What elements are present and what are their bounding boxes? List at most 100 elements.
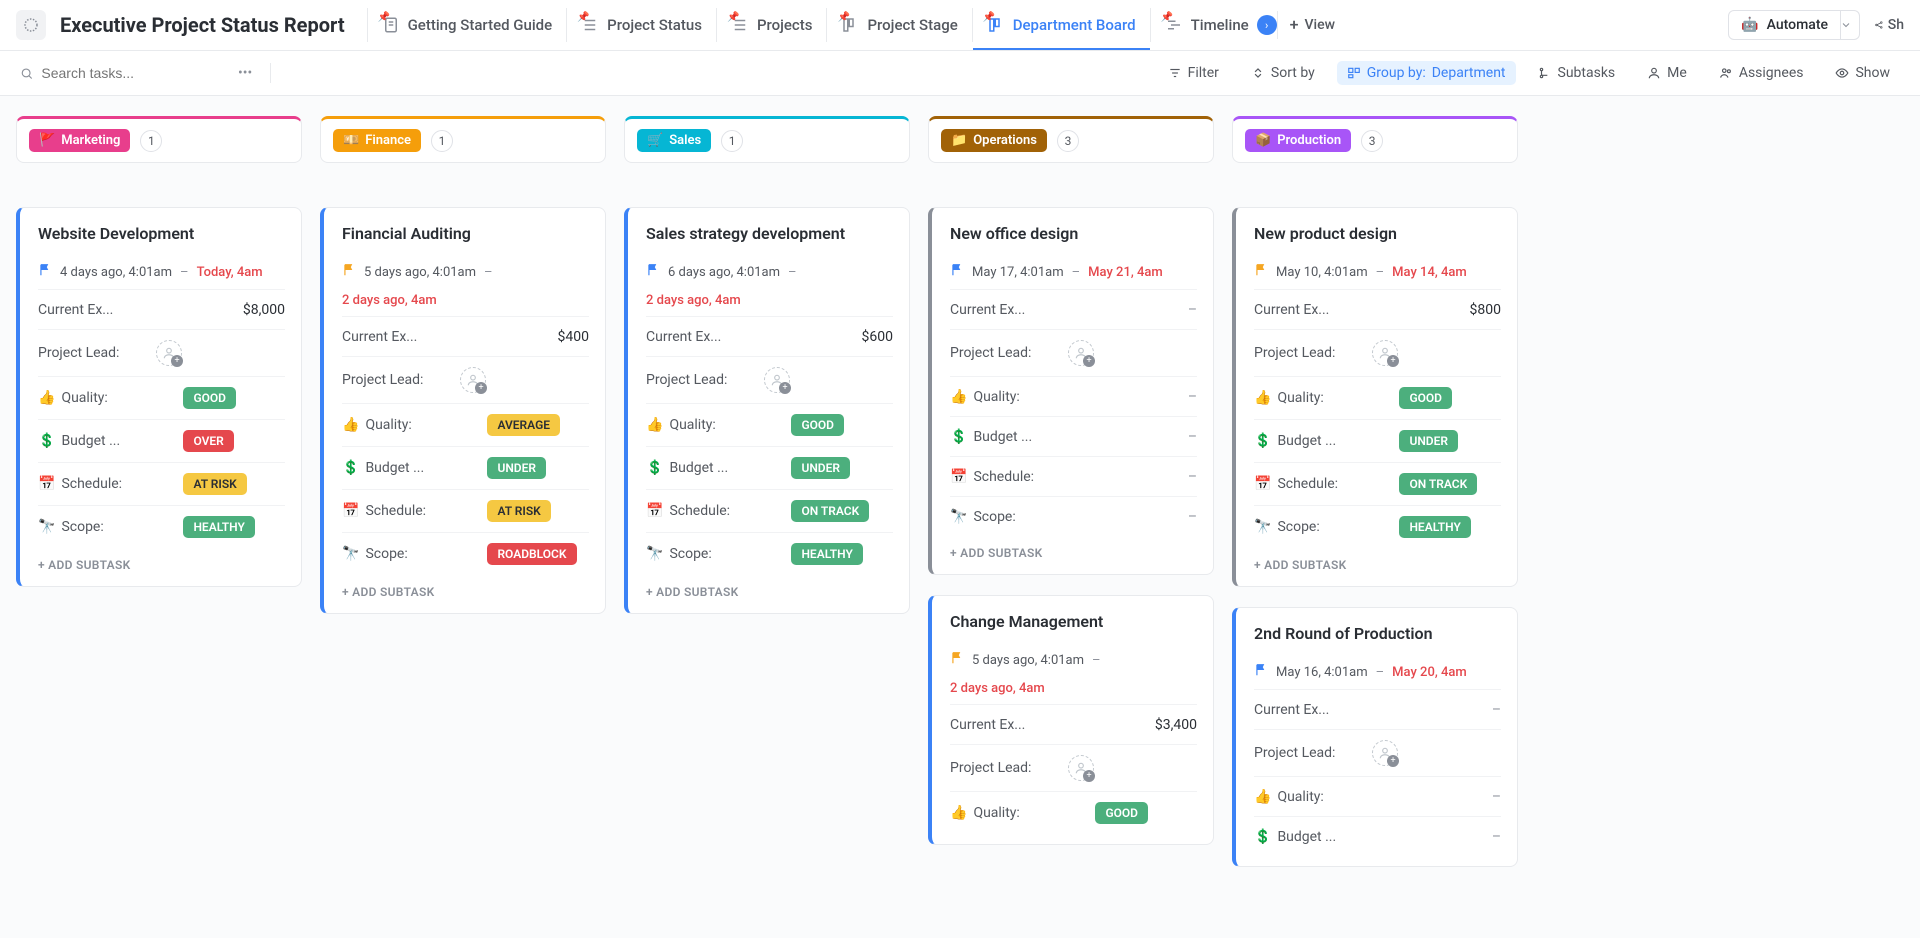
- more-menu[interactable]: •••: [232, 65, 258, 81]
- status-pill[interactable]: OVER: [183, 430, 233, 452]
- tab-getting-started[interactable]: 📌 Getting Started Guide: [367, 8, 567, 42]
- show-button[interactable]: Show: [1825, 61, 1900, 85]
- card-title[interactable]: Change Management: [950, 612, 1197, 631]
- status-pill[interactable]: ON TRACK: [791, 500, 869, 522]
- assignee-placeholder[interactable]: +: [460, 367, 486, 393]
- status-pill[interactable]: UNDER: [1399, 430, 1458, 452]
- tab-label: Project Status: [607, 16, 702, 34]
- add-subtask-button[interactable]: + ADD SUBTASK: [1254, 548, 1501, 576]
- status-pill[interactable]: HEALTHY: [1399, 516, 1470, 538]
- quality-emoji-icon: 👍: [1254, 789, 1271, 805]
- add-subtask-button[interactable]: + ADD SUBTASK: [950, 536, 1197, 564]
- field-quality: 👍 Quality: –: [950, 376, 1197, 416]
- card-title[interactable]: New product design: [1254, 224, 1501, 243]
- sortby-button[interactable]: Sort by: [1241, 61, 1325, 85]
- date-range[interactable]: 6 days ago, 4:01am –: [646, 255, 893, 289]
- card-title[interactable]: Financial Auditing: [342, 224, 589, 243]
- assignee-placeholder[interactable]: +: [764, 367, 790, 393]
- date-range[interactable]: May 16, 4:01am – May 20, 4am: [1254, 655, 1501, 689]
- card-title[interactable]: Sales strategy development: [646, 224, 893, 243]
- column-name: Production: [1277, 133, 1341, 148]
- tab-department-board[interactable]: 📌 Department Board: [972, 8, 1150, 42]
- status-pill[interactable]: AT RISK: [487, 500, 550, 522]
- task-card[interactable]: New product design May 10, 4:01am – May …: [1232, 207, 1518, 587]
- status-pill[interactable]: HEALTHY: [183, 516, 254, 538]
- status-pill[interactable]: ROADBLOCK: [487, 543, 576, 565]
- filter-button[interactable]: Filter: [1158, 61, 1229, 85]
- field-label: Quality:: [61, 390, 171, 406]
- card-title[interactable]: 2nd Round of Production: [1254, 624, 1501, 643]
- field-project-lead: Project Lead: +: [950, 329, 1197, 376]
- column-header[interactable]: 📁 Operations 3: [928, 116, 1214, 163]
- status-pill[interactable]: HEALTHY: [791, 543, 862, 565]
- column-header[interactable]: 📦 Production 3: [1232, 116, 1518, 163]
- date-range[interactable]: 5 days ago, 4:01am –: [342, 255, 589, 289]
- assignee-placeholder[interactable]: +: [156, 340, 182, 366]
- task-card[interactable]: Change Management 5 days ago, 4:01am – 2…: [928, 595, 1214, 845]
- assignee-placeholder[interactable]: +: [1068, 340, 1094, 366]
- status-pill[interactable]: AT RISK: [183, 473, 246, 495]
- status-pill[interactable]: AVERAGE: [487, 414, 560, 436]
- task-card[interactable]: Sales strategy development 6 days ago, 4…: [624, 207, 910, 614]
- date-end: May 20, 4am: [1392, 665, 1467, 680]
- automate-button[interactable]: 🤖 Automate: [1728, 10, 1841, 40]
- card-title[interactable]: New office design: [950, 224, 1197, 243]
- tab-timeline[interactable]: 📌 Timeline: [1150, 8, 1253, 42]
- subtasks-button[interactable]: Subtasks: [1528, 61, 1626, 85]
- date-range[interactable]: May 10, 4:01am – May 14, 4am: [1254, 255, 1501, 289]
- search-input[interactable]: [41, 65, 220, 81]
- status-pill[interactable]: GOOD: [791, 414, 844, 436]
- assignee-placeholder[interactable]: +: [1372, 740, 1398, 766]
- card-title[interactable]: Website Development: [38, 224, 285, 243]
- assignees-button[interactable]: Assignees: [1709, 61, 1814, 85]
- task-card[interactable]: New office design May 17, 4:01am – May 2…: [928, 207, 1214, 575]
- add-subtask-button[interactable]: + ADD SUBTASK: [646, 575, 893, 603]
- date-range[interactable]: 5 days ago, 4:01am –: [950, 643, 1197, 677]
- tab-label: Department Board: [1013, 16, 1136, 34]
- assignee-placeholder[interactable]: +: [1372, 340, 1398, 366]
- field-empty: –: [1188, 469, 1197, 485]
- status-pill[interactable]: ON TRACK: [1399, 473, 1477, 495]
- flag-icon: [646, 263, 660, 277]
- tabs-scroll-right[interactable]: ›: [1257, 15, 1277, 35]
- tab-project-stage[interactable]: 📌 Project Stage: [826, 8, 971, 42]
- status-pill[interactable]: GOOD: [1399, 387, 1452, 409]
- scope-emoji-icon: 🔭: [1254, 519, 1271, 535]
- column-header[interactable]: 🛒 Sales 1: [624, 116, 910, 163]
- tab-project-status[interactable]: 📌 Project Status: [566, 8, 716, 42]
- task-card[interactable]: 2nd Round of Production May 16, 4:01am –…: [1232, 607, 1518, 867]
- plus-icon: +: [1387, 355, 1399, 367]
- automate-dropdown[interactable]: [1832, 10, 1860, 40]
- field-label: Project Lead:: [342, 372, 452, 388]
- groupby-button[interactable]: Group by: Department: [1337, 61, 1516, 85]
- status-pill[interactable]: UNDER: [487, 457, 546, 479]
- field-project-lead: Project Lead: +: [1254, 729, 1501, 776]
- me-button[interactable]: Me: [1637, 61, 1697, 85]
- field-label: Schedule:: [61, 476, 171, 492]
- board-scroll[interactable]: 🚩 Marketing 1 Website Development 4 days…: [0, 96, 1920, 938]
- app-icon[interactable]: [16, 10, 46, 40]
- date-range[interactable]: May 17, 4:01am – May 21, 4am: [950, 255, 1197, 289]
- status-pill[interactable]: GOOD: [1095, 802, 1148, 824]
- status-pill[interactable]: GOOD: [183, 387, 236, 409]
- list-icon: 📌: [581, 16, 599, 34]
- budget-emoji-icon: 💲: [1254, 433, 1271, 449]
- field-budget: 💲 Budget ... –: [1254, 816, 1501, 856]
- add-subtask-button[interactable]: + ADD SUBTASK: [342, 575, 589, 603]
- add-subtask-button[interactable]: + ADD SUBTASK: [38, 548, 285, 576]
- share-button[interactable]: Sh: [1874, 10, 1904, 40]
- column-header[interactable]: 💴 Finance 1: [320, 116, 606, 163]
- task-card[interactable]: Financial Auditing 5 days ago, 4:01am – …: [320, 207, 606, 614]
- task-card[interactable]: Website Development 4 days ago, 4:01am –…: [16, 207, 302, 587]
- field-budget: 💲 Budget ... UNDER: [646, 446, 893, 489]
- column-header[interactable]: 🚩 Marketing 1: [16, 116, 302, 163]
- date-range[interactable]: 4 days ago, 4:01am – Today, 4am: [38, 255, 285, 289]
- page-title[interactable]: Executive Project Status Report: [60, 13, 345, 37]
- add-view-button[interactable]: + View: [1277, 11, 1347, 39]
- field-label: Budget ...: [1277, 829, 1387, 845]
- tab-projects[interactable]: 📌 Projects: [716, 8, 827, 42]
- status-pill[interactable]: UNDER: [791, 457, 850, 479]
- scope-emoji-icon: 🔭: [950, 509, 967, 525]
- sortby-label: Sort by: [1271, 65, 1315, 81]
- assignee-placeholder[interactable]: +: [1068, 755, 1094, 781]
